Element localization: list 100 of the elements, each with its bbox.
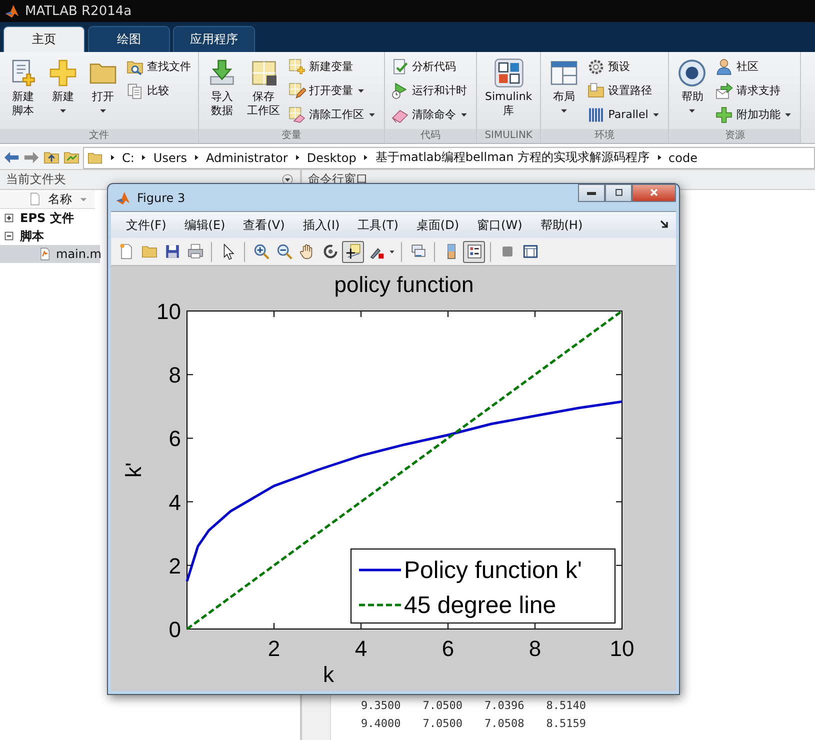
new-file-icon	[118, 243, 134, 260]
output-value: 9.4000	[361, 716, 401, 730]
folder-up-icon[interactable]	[43, 149, 60, 166]
ribbon-button[interactable]: 分析代码	[391, 56, 472, 77]
ribbon-button[interactable]: 社区	[715, 56, 796, 77]
ribbon-button[interactable]: 布局	[545, 56, 584, 118]
ribbon-button[interactable]: Parallel	[587, 104, 664, 125]
ribbon-tab[interactable]: 应用程序	[173, 26, 255, 52]
legend-label: 45 degree line	[404, 592, 556, 619]
x-tick-label: 6	[442, 636, 454, 661]
zoom-in-icon	[252, 243, 270, 260]
path-segment[interactable]: Desktop	[306, 150, 356, 164]
window-icon	[522, 243, 538, 260]
output-value: 7.0396	[484, 698, 524, 712]
y-tick-label: 10	[156, 299, 181, 324]
ribbon-tab[interactable]: 绘图	[88, 26, 170, 52]
ribbon-button[interactable]: Simulink 库	[481, 56, 536, 120]
minimize-icon	[587, 192, 596, 194]
ribbon-button[interactable]: 导入 数据	[203, 56, 241, 120]
panel-title: 当前文件夹	[6, 171, 66, 188]
ribbon-button[interactable]: 设置路径	[587, 80, 664, 101]
ribbon-button[interactable]: 打开变量	[288, 80, 380, 101]
print-icon	[186, 243, 204, 260]
envelope-arrow-icon	[715, 82, 734, 100]
document-check-icon	[391, 58, 409, 76]
menu-item[interactable]: 插入(I)	[294, 216, 349, 234]
ribbon-button[interactable]: 清除命令	[391, 104, 472, 125]
legend-icon	[466, 243, 482, 260]
ribbon-button[interactable]: 清除工作区	[288, 104, 380, 125]
group-label: 资源	[669, 129, 800, 143]
link-icon	[410, 243, 426, 260]
tree-item[interactable]: 脚本	[0, 227, 44, 245]
minimize-button[interactable]	[578, 184, 605, 202]
y-tick-label: 4	[168, 490, 181, 515]
ribbon-button[interactable]: 运行和计时	[391, 80, 472, 101]
expand-icon[interactable]	[4, 213, 14, 223]
ribbon-button[interactable]: 新建变量	[288, 56, 380, 77]
y-tick-label: 2	[168, 553, 181, 578]
plus-icon	[715, 106, 734, 124]
zoom-out-icon	[276, 243, 292, 260]
folder-icon	[587, 82, 606, 100]
path-segment[interactable]: code	[668, 150, 698, 164]
path-segment[interactable]: C:	[122, 150, 134, 164]
path-field[interactable]: C: Users Administrator Desktop 基于matlab编程bellman 方程的实现求解源码程序 code	[83, 146, 815, 168]
data-cursor-icon	[344, 243, 362, 260]
output-value: 8.5159	[546, 716, 586, 730]
x-tick-label: 2	[268, 636, 280, 661]
path-segment[interactable]: Administrator	[206, 150, 288, 164]
grid-plus-icon	[288, 58, 306, 76]
legend-swatch	[359, 568, 401, 572]
output-value: 8.5140	[546, 698, 586, 712]
group-label: 变量	[199, 129, 384, 143]
x-axis-label: k	[323, 662, 334, 687]
ribbon-button[interactable]: 请求支持	[715, 80, 796, 101]
column-header[interactable]: 名称	[0, 190, 95, 209]
settings-icon	[587, 58, 606, 76]
menu-item[interactable]: 查看(V)	[234, 216, 294, 234]
folder-icon	[140, 243, 158, 260]
ribbon-button[interactable]: 预设	[587, 56, 664, 77]
output-value: 7.0500	[422, 698, 462, 712]
documents-icon	[126, 82, 144, 100]
chart-title: policy function	[334, 272, 474, 297]
play-clock-icon	[391, 82, 409, 100]
file-item[interactable]: main.m	[0, 245, 100, 263]
path-segment[interactable]: Users	[153, 150, 188, 164]
ribbon-tab[interactable]: 主页	[3, 26, 85, 52]
x-tick-label: 10	[610, 636, 634, 661]
collapse-icon[interactable]	[4, 231, 14, 241]
y-axis-label: k'	[121, 462, 146, 478]
close-button[interactable]	[632, 184, 676, 202]
chevron-icon	[108, 153, 117, 162]
ribbon-button[interactable]: 新建	[44, 56, 82, 118]
folder-icon[interactable]	[63, 149, 80, 166]
ribbon-button[interactable]: 比较	[126, 80, 194, 101]
x-tick-label: 4	[354, 636, 368, 661]
group-label: 代码	[385, 129, 476, 143]
dock-icon[interactable]	[660, 220, 670, 230]
ribbon-button[interactable]: 附加功能	[715, 104, 796, 125]
ribbon-button[interactable]: 帮助	[673, 56, 712, 118]
ribbon-button[interactable]: 查找文件	[126, 56, 194, 77]
back-icon[interactable]	[3, 149, 20, 166]
output-value: 7.0500	[422, 716, 462, 730]
maximize-button[interactable]	[605, 184, 632, 202]
path-segment[interactable]: 基于matlab编程bellman 方程的实现求解源码程序	[375, 149, 650, 166]
menu-item[interactable]: 编辑(E)	[175, 216, 234, 234]
ribbon-button[interactable]: 打开	[84, 56, 122, 118]
menu-item[interactable]: 桌面(D)	[407, 216, 468, 234]
y-tick-label: 6	[168, 426, 181, 452]
ribbon-button[interactable]: 保存 工作区	[243, 56, 284, 120]
menu-item[interactable]: 文件(F)	[117, 216, 176, 234]
menu-item[interactable]: 工具(T)	[348, 216, 408, 234]
menu-item[interactable]: 窗口(W)	[468, 216, 532, 234]
legend-label: Policy function k'	[404, 557, 582, 584]
tree-item[interactable]: EPS 文件	[0, 209, 74, 227]
y-tick-label: 8	[168, 362, 181, 388]
toolbar-button[interactable]	[342, 240, 364, 262]
ribbon-button[interactable]: 新建 脚本	[4, 56, 42, 120]
toolbar-button[interactable]	[463, 240, 485, 262]
menu-item[interactable]: 帮助(H)	[531, 216, 592, 234]
document-icon	[28, 192, 42, 206]
